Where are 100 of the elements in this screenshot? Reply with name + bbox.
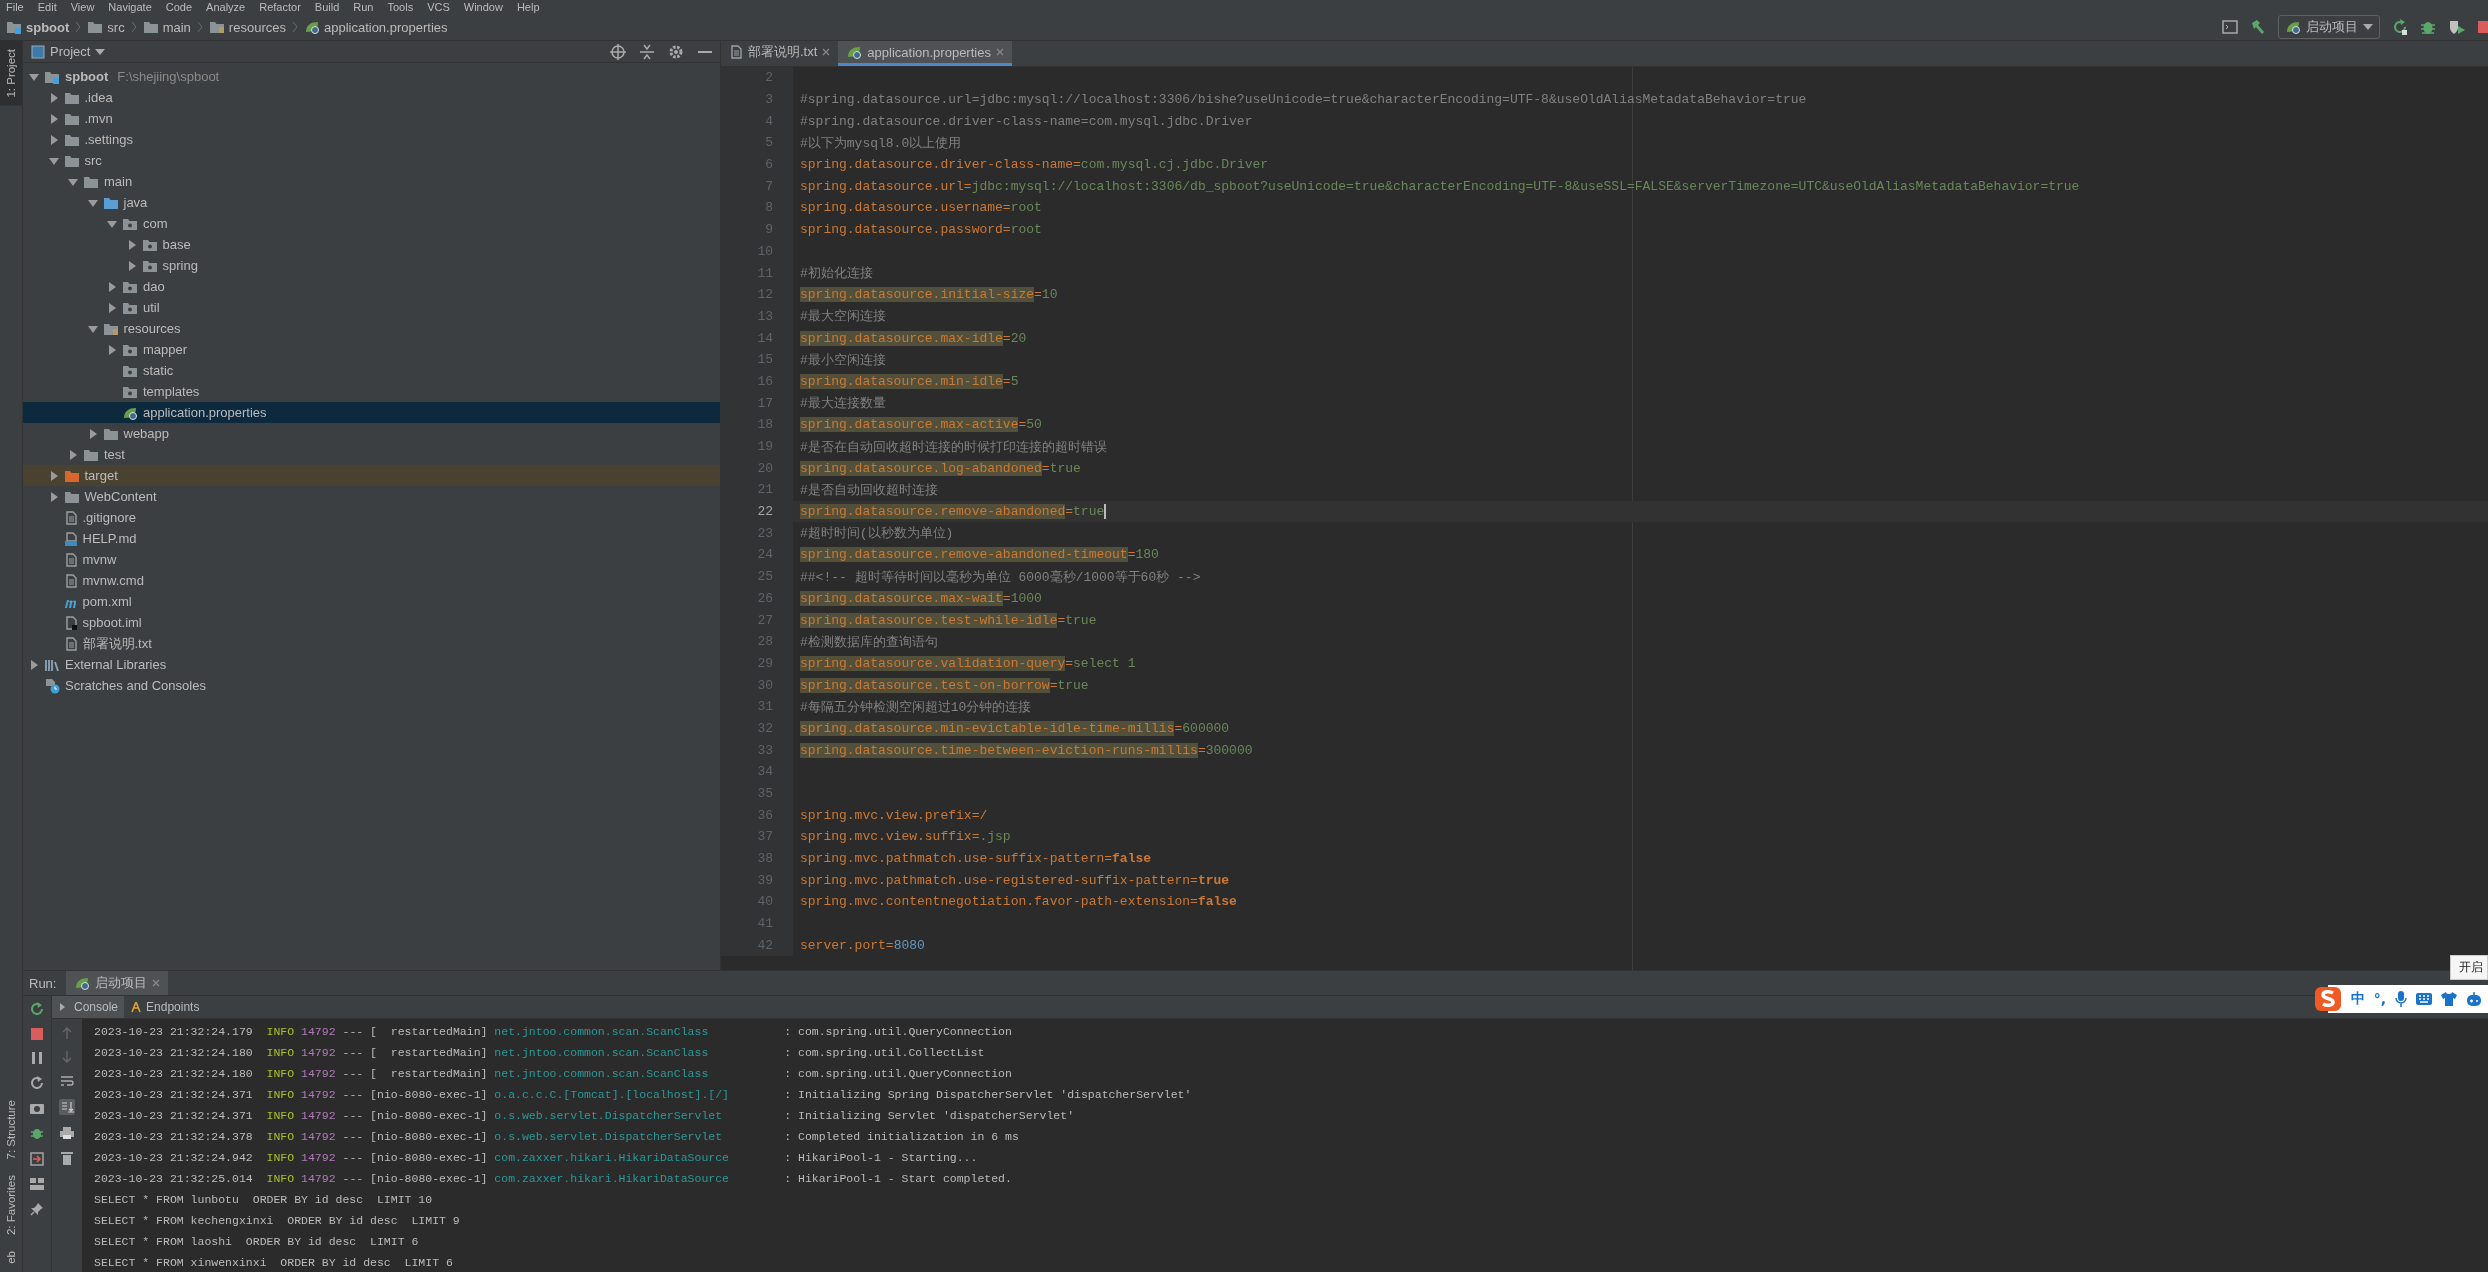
tool-window-tab[interactable]: 7: Structure bbox=[0, 1091, 22, 1168]
tree-item[interactable]: pom.xml bbox=[23, 591, 720, 612]
menu-item[interactable]: Code bbox=[165, 0, 193, 14]
tree-item[interactable]: static bbox=[23, 360, 720, 381]
trash-icon[interactable] bbox=[61, 1151, 73, 1165]
expand-arrow-icon[interactable] bbox=[48, 113, 59, 124]
rerun-icon[interactable] bbox=[30, 1002, 44, 1016]
tool-window-tab[interactable]: eb bbox=[0, 1243, 22, 1272]
tree-item[interactable]: dao bbox=[23, 276, 720, 297]
microphone-icon[interactable] bbox=[2395, 991, 2407, 1007]
tree-item[interactable]: base bbox=[23, 234, 720, 255]
expand-arrow-icon[interactable] bbox=[107, 302, 117, 313]
bug-icon[interactable] bbox=[30, 1126, 44, 1140]
breadcrumb[interactable]: resources bbox=[208, 19, 286, 35]
tree-item[interactable]: resources bbox=[23, 318, 720, 339]
breadcrumb[interactable]: spboot bbox=[6, 19, 70, 35]
settings-icon[interactable] bbox=[668, 43, 684, 60]
project-view-dropdown[interactable]: Project bbox=[31, 44, 106, 59]
tree-item[interactable]: webapp bbox=[23, 423, 720, 444]
menu-item[interactable]: Run bbox=[353, 0, 374, 14]
tree-item[interactable]: Scratches and Consoles bbox=[23, 675, 720, 696]
close-icon[interactable] bbox=[152, 979, 161, 987]
collapse-arrow-icon[interactable] bbox=[107, 218, 117, 229]
editor-tab[interactable]: application.properties bbox=[838, 41, 1012, 66]
breadcrumb[interactable]: main bbox=[142, 19, 191, 35]
tree-item[interactable]: .mvn bbox=[23, 108, 720, 129]
collapse-arrow-icon[interactable] bbox=[29, 71, 39, 82]
menu-item[interactable]: Analyze bbox=[206, 0, 246, 14]
menu-item[interactable]: Navigate bbox=[108, 0, 152, 14]
close-icon[interactable] bbox=[822, 48, 831, 56]
expand-arrow-icon[interactable] bbox=[68, 449, 78, 460]
bug-icon[interactable] bbox=[2420, 19, 2436, 35]
tree-item[interactable]: .settings bbox=[23, 129, 720, 150]
editor-tab[interactable]: 部署说明.txt bbox=[721, 41, 839, 66]
menu-item[interactable]: Tools bbox=[387, 0, 414, 14]
tree-item[interactable]: spboot.iml bbox=[23, 612, 720, 633]
tree-item[interactable]: HELP.md bbox=[23, 528, 720, 549]
collapse-arrow-icon[interactable] bbox=[87, 323, 98, 334]
expand-arrow-icon[interactable] bbox=[48, 470, 59, 481]
menu-item[interactable]: Refactor bbox=[259, 0, 301, 14]
menu-item[interactable]: VCS bbox=[427, 0, 450, 14]
hammer-icon[interactable] bbox=[2250, 19, 2266, 35]
pin-icon[interactable] bbox=[30, 1202, 44, 1216]
tool-window-tab[interactable]: 1: Project bbox=[0, 41, 22, 106]
breadcrumb[interactable]: src bbox=[87, 19, 125, 35]
tree-item[interactable]: WebContent bbox=[23, 486, 720, 507]
pause-icon[interactable] bbox=[31, 1052, 43, 1064]
tree-item[interactable]: java bbox=[23, 192, 720, 213]
tree-item[interactable]: com bbox=[23, 213, 720, 234]
tree-item[interactable]: spboot F:\shejiing\spboot bbox=[23, 66, 720, 87]
input-mode-button[interactable]: 中 bbox=[2350, 990, 2365, 1008]
collapse-arrow-icon[interactable] bbox=[87, 197, 98, 208]
tree-item[interactable]: main bbox=[23, 171, 720, 192]
crosshair-icon[interactable] bbox=[610, 43, 626, 60]
tree-item[interactable]: templates bbox=[23, 381, 720, 402]
punctuation-button[interactable]: °, bbox=[2373, 991, 2386, 1007]
console-tab[interactable]: Console bbox=[52, 996, 125, 1018]
rerun-icon[interactable] bbox=[2392, 19, 2408, 35]
tree-item[interactable]: External Libraries bbox=[23, 654, 720, 675]
menu-item[interactable]: File bbox=[6, 0, 24, 14]
expand-arrow-icon[interactable] bbox=[48, 92, 59, 103]
close-icon[interactable] bbox=[995, 48, 1004, 56]
tree-item[interactable]: application.properties bbox=[23, 402, 720, 423]
breadcrumb[interactable]: application.properties bbox=[303, 19, 448, 35]
menu-item[interactable]: Help bbox=[516, 0, 540, 14]
print-icon[interactable] bbox=[60, 1127, 74, 1139]
tree-item[interactable]: util bbox=[23, 297, 720, 318]
tree-item[interactable]: .idea bbox=[23, 87, 720, 108]
window-icon[interactable] bbox=[2222, 20, 2238, 34]
menu-item[interactable]: Edit bbox=[37, 0, 57, 14]
collapse-arrow-icon[interactable] bbox=[68, 176, 78, 187]
collapse-all-icon[interactable] bbox=[640, 43, 654, 60]
refresh-icon[interactable] bbox=[30, 1076, 44, 1090]
expand-arrow-icon[interactable] bbox=[126, 239, 137, 250]
run-config-dropdown[interactable]: 启动项目 bbox=[2278, 15, 2380, 39]
logo-icon[interactable] bbox=[2313, 986, 2342, 1012]
layout-icon[interactable] bbox=[30, 1178, 44, 1190]
tree-item[interactable]: mapper bbox=[23, 339, 720, 360]
tree-item[interactable]: spring bbox=[23, 255, 720, 276]
stop-icon[interactable] bbox=[2478, 20, 2488, 34]
expand-arrow-icon[interactable] bbox=[87, 428, 98, 439]
tree-item[interactable]: target bbox=[23, 465, 720, 486]
keyboard-icon[interactable] bbox=[2416, 993, 2432, 1005]
scroll-to-end-icon[interactable] bbox=[59, 1099, 75, 1115]
shield-play-icon[interactable] bbox=[2448, 19, 2466, 35]
tree-item[interactable]: mvnw bbox=[23, 549, 720, 570]
tree-item[interactable]: .gitignore bbox=[23, 507, 720, 528]
expand-arrow-icon[interactable] bbox=[126, 260, 137, 271]
collapse-arrow-icon[interactable] bbox=[48, 155, 59, 166]
expand-arrow-icon[interactable] bbox=[107, 344, 117, 355]
wrap-icon[interactable] bbox=[60, 1075, 74, 1087]
tree-item[interactable]: test bbox=[23, 444, 720, 465]
camera-icon[interactable] bbox=[30, 1102, 44, 1114]
tree-item[interactable]: src bbox=[23, 150, 720, 171]
tool-window-tab[interactable]: 2: Favorites bbox=[0, 1167, 22, 1244]
tree-item[interactable]: mvnw.cmd bbox=[23, 570, 720, 591]
exit-icon[interactable] bbox=[30, 1152, 44, 1166]
menu-item[interactable]: Build bbox=[314, 0, 340, 14]
run-tab[interactable]: 启动项目 bbox=[66, 971, 169, 995]
menu-item[interactable]: View bbox=[70, 0, 95, 14]
